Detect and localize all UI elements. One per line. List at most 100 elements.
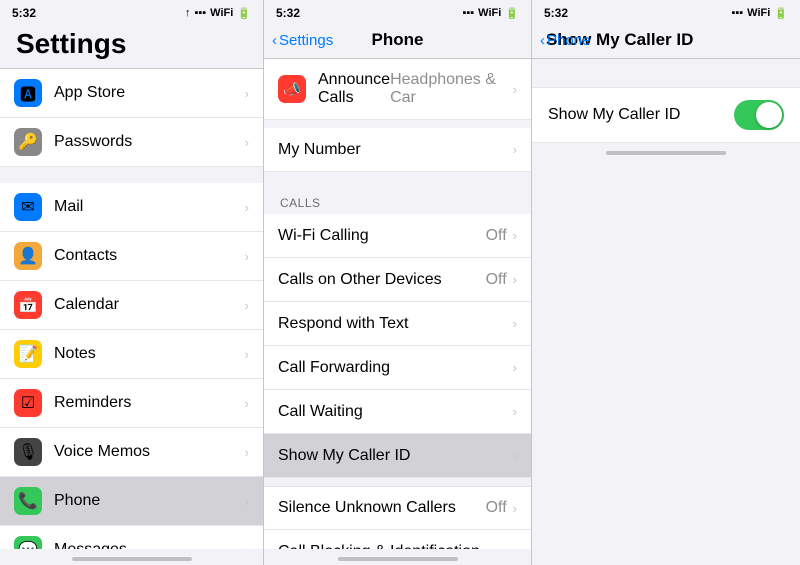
settings-item-notes[interactable]: 📝 Notes ›	[0, 330, 263, 379]
status-bar-2: 5:32 ▪▪▪ WiFi 🔋	[264, 0, 531, 24]
announce-calls-item[interactable]: 📣 Announce Calls Headphones & Car ›	[264, 59, 531, 120]
caller-id-panel: 5:32 ▪▪▪ WiFi 🔋 ‹ Phone Show My Caller I…	[532, 0, 800, 565]
silence-unknown-label: Silence Unknown Callers	[278, 499, 486, 517]
battery-icon: 🔋	[774, 7, 788, 20]
settings-item-passwords[interactable]: 🔑 Passwords ›	[0, 118, 263, 167]
back-chevron-icon: ‹	[540, 32, 545, 49]
settings-item-phone[interactable]: 📞 Phone ›	[0, 477, 263, 526]
phone-title: Phone	[372, 30, 424, 50]
settings-item-calendar[interactable]: 📅 Calendar ›	[0, 281, 263, 330]
home-bar	[72, 557, 192, 561]
my-number-item[interactable]: My Number ›	[264, 128, 531, 172]
app-store-icon: 🅰	[14, 79, 42, 107]
chevron-icon: ›	[513, 228, 517, 243]
calls-other-item[interactable]: Calls on Other Devices Off ›	[264, 258, 531, 302]
notes-icon: 📝	[14, 340, 42, 368]
announce-calls-value: Headphones & Car	[390, 71, 507, 107]
passwords-label: Passwords	[54, 133, 245, 151]
respond-text-item[interactable]: Respond with Text ›	[264, 302, 531, 346]
settings-item-contacts[interactable]: 👤 Contacts ›	[0, 232, 263, 281]
caller-id-toggle[interactable]	[734, 100, 784, 130]
settings-nav-bar: Settings	[0, 24, 263, 69]
call-waiting-item[interactable]: Call Waiting ›	[264, 390, 531, 434]
signal-icon: ▪▪▪	[462, 7, 474, 19]
wifi-icon: WiFi	[747, 7, 770, 19]
notes-label: Notes	[54, 345, 245, 363]
app-store-label: App Store	[54, 84, 245, 102]
status-bar-1: 5:32 ↑ ▪▪▪ WiFi 🔋	[0, 0, 263, 24]
respond-text-label: Respond with Text	[278, 315, 513, 333]
settings-list: 🅰 App Store › 🔑 Passwords › ✉ Mail › 👤 C…	[0, 69, 263, 549]
phone-label: Phone	[54, 492, 245, 510]
settings-item-reminders[interactable]: ☑ Reminders ›	[0, 379, 263, 428]
wifi-calling-value: Off	[486, 227, 507, 245]
phone-icon: 📞	[14, 487, 42, 515]
silence-unknown-item[interactable]: Silence Unknown Callers Off ›	[264, 486, 531, 530]
dark-section: Silence Unknown Callers Off › Call Block…	[264, 486, 531, 549]
wifi-icon: WiFi	[210, 7, 233, 19]
home-indicator-2	[264, 549, 531, 565]
reminders-label: Reminders	[54, 394, 245, 412]
chevron-icon: ›	[513, 316, 517, 331]
status-icons-2: ▪▪▪ WiFi 🔋	[462, 7, 519, 20]
back-label-2: Settings	[279, 32, 333, 49]
chevron-icon: ›	[513, 272, 517, 287]
home-indicator-3	[532, 143, 800, 159]
show-caller-id-label: Show My Caller ID	[278, 447, 513, 465]
chevron-icon: ›	[513, 82, 517, 97]
wifi-calling-item[interactable]: Wi-Fi Calling Off ›	[264, 214, 531, 258]
back-button-2[interactable]: ‹ Settings	[272, 32, 333, 49]
announce-icon: 📣	[278, 75, 306, 103]
calendar-label: Calendar	[54, 296, 245, 314]
reminders-icon: ☑	[14, 389, 42, 417]
call-forwarding-label: Call Forwarding	[278, 359, 513, 377]
call-waiting-label: Call Waiting	[278, 403, 513, 421]
chevron-icon: ›	[513, 142, 517, 157]
home-bar	[338, 557, 458, 561]
chevron-icon: ›	[245, 135, 249, 150]
status-icons-1: ↑ ▪▪▪ WiFi 🔋	[185, 7, 251, 20]
settings-panel: 5:32 ↑ ▪▪▪ WiFi 🔋 Settings 🅰 App Store ›…	[0, 0, 264, 565]
chevron-icon: ›	[245, 347, 249, 362]
messages-label: Messages	[54, 541, 245, 549]
battery-icon: 🔋	[505, 7, 519, 20]
calls-section-header: CALLS	[264, 180, 531, 214]
status-bar-3: 5:32 ▪▪▪ WiFi 🔋	[532, 0, 800, 24]
wifi-calling-label: Wi-Fi Calling	[278, 227, 486, 245]
phone-list: 📣 Announce Calls Headphones & Car › My N…	[264, 59, 531, 549]
mail-label: Mail	[54, 198, 245, 216]
settings-item-app-store[interactable]: 🅰 App Store ›	[0, 69, 263, 118]
wifi-icon: WiFi	[478, 7, 501, 19]
calls-other-value: Off	[486, 271, 507, 289]
battery-icon: 🔋	[237, 7, 251, 20]
call-forwarding-item[interactable]: Call Forwarding ›	[264, 346, 531, 390]
calls-section: CALLS Wi-Fi Calling Off › Calls on Other…	[264, 180, 531, 478]
calls-other-label: Calls on Other Devices	[278, 271, 486, 289]
toggle-knob	[756, 102, 782, 128]
voice-memos-label: Voice Memos	[54, 443, 245, 461]
phone-nav-bar: ‹ Settings Phone	[264, 24, 531, 59]
home-bar	[606, 151, 726, 155]
messages-icon: 💬	[14, 536, 42, 549]
calendar-icon: 📅	[14, 291, 42, 319]
list-divider	[0, 167, 263, 175]
back-label-3: Phone	[547, 32, 590, 49]
settings-item-messages[interactable]: 💬 Messages ›	[0, 526, 263, 549]
chevron-icon: ›	[245, 396, 249, 411]
phone-panel: 5:32 ▪▪▪ WiFi 🔋 ‹ Settings Phone 📣 Annou…	[264, 0, 532, 565]
chevron-icon: ›	[245, 298, 249, 313]
settings-item-voice-memos[interactable]: 🎙 Voice Memos ›	[0, 428, 263, 477]
back-button-3[interactable]: ‹ Phone	[540, 32, 590, 49]
chevron-icon: ›	[513, 404, 517, 419]
call-blocking-item[interactable]: Call Blocking & Identification ›	[264, 530, 531, 549]
signal-icon: ▪▪▪	[194, 7, 206, 19]
settings-item-mail[interactable]: ✉ Mail ›	[0, 183, 263, 232]
list-divider	[264, 120, 531, 128]
show-caller-id-item[interactable]: Show My Caller ID ›	[264, 434, 531, 478]
mail-icon: ✉	[14, 193, 42, 221]
my-number-label: My Number	[278, 141, 513, 159]
status-time-2: 5:32	[276, 6, 300, 20]
passwords-icon: 🔑	[14, 128, 42, 156]
announce-calls-label: Announce Calls	[318, 71, 390, 107]
status-time-3: 5:32	[544, 6, 568, 20]
